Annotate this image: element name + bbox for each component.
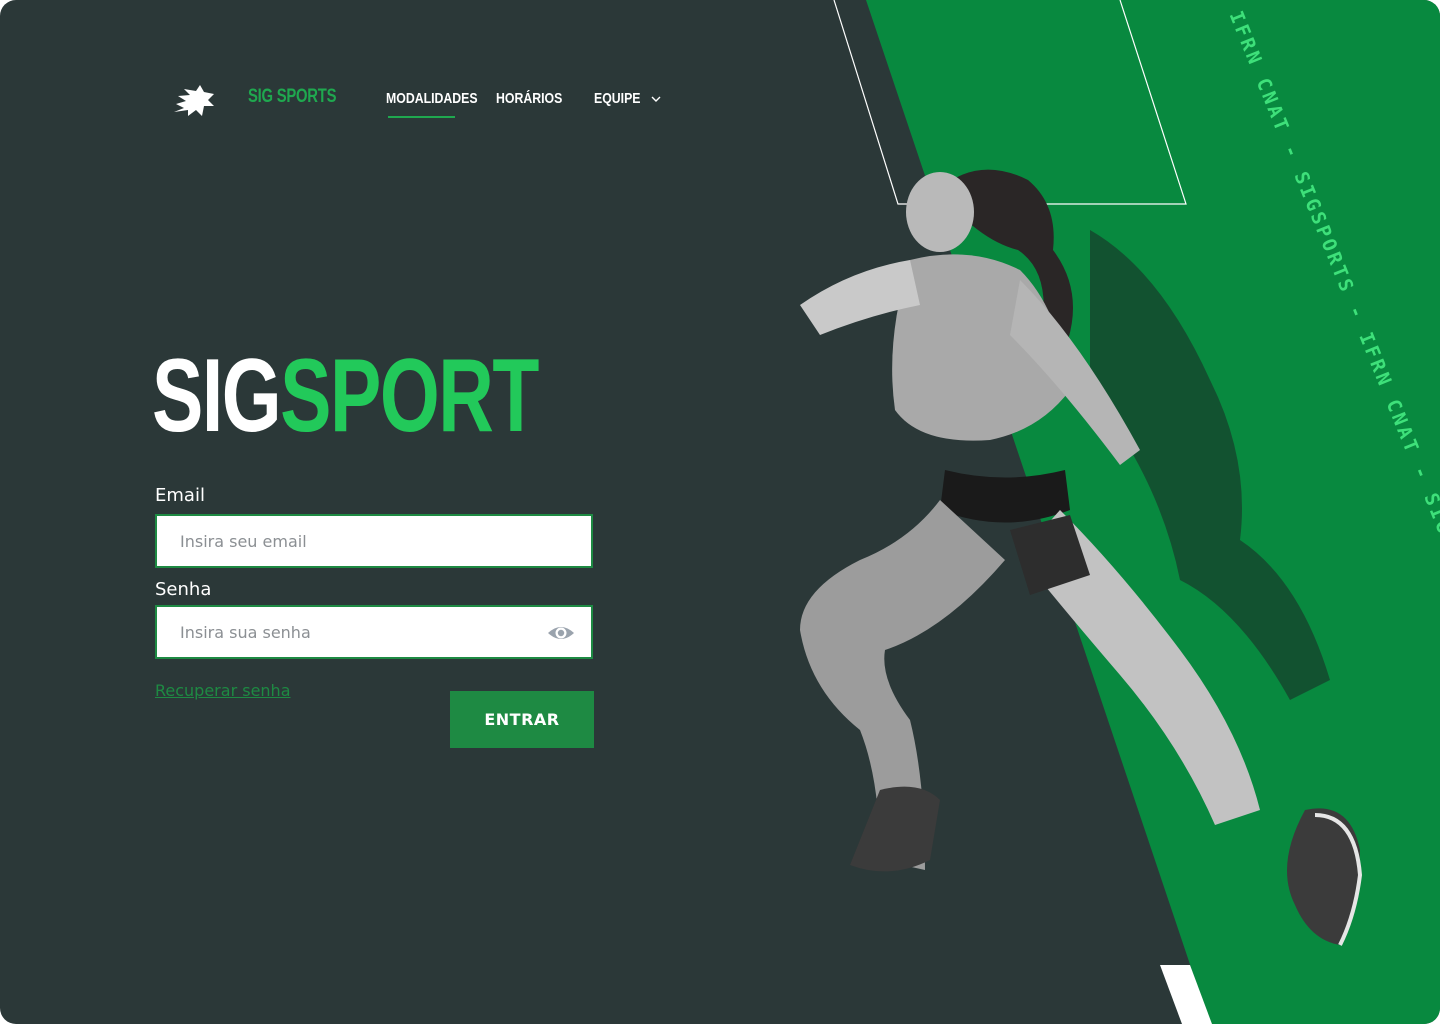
hero-title-white: SIG (152, 338, 282, 454)
nav-modalidades[interactable]: MODALIDADES (386, 90, 478, 107)
brand-name[interactable]: SIG SPORTS (248, 86, 336, 108)
login-page: IFRN CNAT - SIGSPORTS - IFRN CNAT - SIGS… (0, 0, 1440, 1024)
lion-logo-icon[interactable] (170, 82, 218, 120)
email-field[interactable] (157, 516, 591, 566)
password-field[interactable] (157, 607, 591, 657)
eye-icon[interactable] (547, 622, 575, 644)
email-field-wrapper (155, 514, 593, 568)
password-field-wrapper (155, 605, 593, 659)
nav-active-indicator (388, 116, 455, 118)
login-button[interactable]: ENTRAR (450, 691, 594, 748)
hero-title: SIGSPORT (152, 344, 539, 448)
email-label: Email (155, 485, 205, 506)
hero-title-green: SPORT (280, 338, 539, 454)
nav-horarios[interactable]: HORÁRIOS (496, 90, 562, 107)
chevron-down-icon[interactable] (649, 92, 663, 106)
athlete-image (800, 169, 1363, 946)
password-label: Senha (155, 579, 212, 600)
nav-equipe[interactable]: EQUIPE (594, 90, 640, 107)
recover-password-link[interactable]: Recuperar senha (155, 681, 291, 700)
